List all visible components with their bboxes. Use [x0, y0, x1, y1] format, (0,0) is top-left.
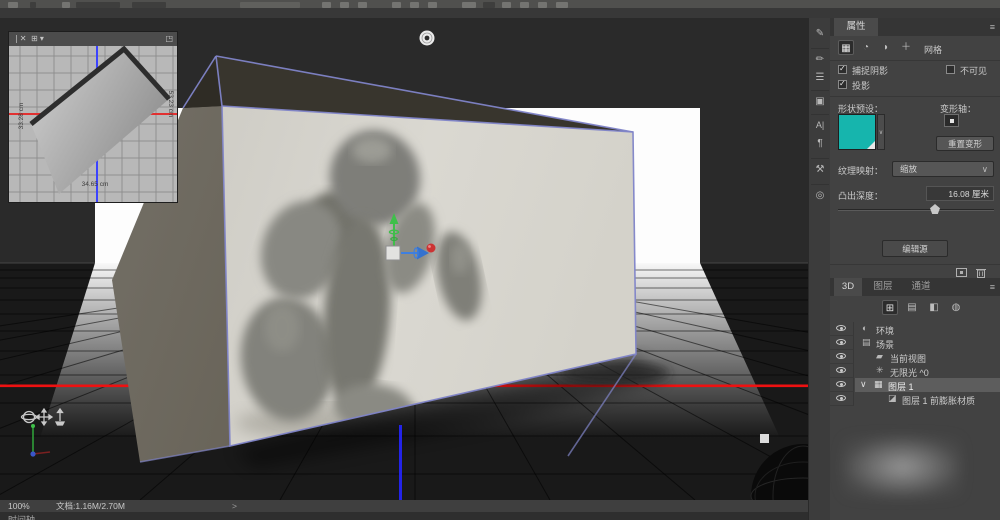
minimap-bottom-ruler: 34.65 cm — [82, 181, 109, 188]
extrusion-depth-label: 凸出深度： — [838, 189, 883, 202]
texture-mapping-dropdown[interactable]: 缩放 ∨ — [892, 161, 994, 177]
invisible-checkbox[interactable] — [946, 65, 955, 74]
expand-chevron-icon[interactable]: ∨ — [860, 379, 867, 390]
secondary-view-square[interactable] — [760, 434, 769, 443]
deform-axis-widget[interactable] — [944, 114, 959, 127]
snapshot-icon[interactable] — [956, 268, 967, 277]
environment-icon: ◐ — [862, 323, 867, 333]
minimap-scene: 33.28 cm 53.23 cm 34.65 cm — [9, 46, 177, 202]
filter-lights-icon[interactable]: ◍ — [948, 300, 964, 315]
visibility-eye-icon[interactable] — [830, 364, 854, 378]
cast-shadows-checkbox[interactable] — [838, 80, 847, 89]
cast-shadows-label: 投影 — [852, 79, 870, 92]
creative-cloud-icon[interactable]: ◎ — [809, 190, 831, 201]
texture-mapping-label: 纹理映射： — [838, 164, 883, 177]
tree-label: 当前视图 — [890, 352, 926, 365]
mesh-mode-icon[interactable]: ▦ — [838, 40, 854, 55]
clone-source-icon[interactable]: ☰ — [809, 72, 831, 83]
trash-icon[interactable] — [976, 267, 986, 278]
tab-3d[interactable]: 3D — [834, 278, 862, 296]
tab-bar-background — [0, 8, 1000, 18]
preset-scroll-strip[interactable]: ∨ — [877, 114, 885, 150]
chevron-down-icon: ∨ — [982, 162, 988, 177]
tree-label: 无限光 ^0 — [890, 366, 929, 379]
document-info: 文档:1.16M/2.70M — [56, 500, 125, 512]
minimap-corner-icon[interactable]: ◳ — [165, 32, 173, 46]
brush-presets-icon[interactable]: ✏ — [809, 54, 831, 65]
top-view-minimap[interactable]: ❘✕ ⊞ ▾ ◳ 33.28 cm 53.23 cm — [8, 31, 178, 203]
mode-label: 网格 — [924, 43, 942, 56]
camera-icon: ▰ — [876, 351, 883, 362]
coordinates-mode-icon[interactable]: ＋ — [898, 40, 914, 55]
tree-label: 环境 — [876, 324, 894, 337]
tree-row-layer1-mesh[interactable]: ∨ ▦ 图层 1 — [830, 378, 1000, 392]
tree-row-infinite-light[interactable]: ✳ 无限光 ^0 — [830, 364, 1000, 378]
properties-panel: 属性 ≡ ▦ ◔ ◗ ＋ 网格 捕捉阴影 不可见 投影 形状预设： 变形轴： ∨… — [830, 18, 1000, 278]
scene-icon: ▤ — [862, 337, 871, 348]
shape-preset-swatch[interactable] — [838, 114, 876, 150]
gizmo-rotate-handle[interactable] — [427, 244, 436, 253]
swatch-fold-corner — [867, 141, 875, 149]
texture-mapping-value: 缩放 — [900, 164, 917, 174]
minimap-view-mode-icon[interactable]: ⊞ ▾ — [31, 32, 44, 46]
filter-scene-icon[interactable]: ⊞ — [882, 300, 898, 315]
panel-menu-icon[interactable]: ≡ — [990, 22, 995, 32]
minimap-left-ruler: 33.28 cm — [18, 103, 25, 130]
panel-dock-strip: ✎ ✏ ☰ ▣ A| ¶ ⚒ ◎ — [808, 18, 830, 520]
extrusion-depth-slider-thumb[interactable] — [930, 204, 940, 214]
extrusion-depth-slider-track[interactable] — [838, 209, 994, 211]
visibility-eye-icon[interactable] — [830, 322, 854, 336]
light-icon: ✳ — [876, 365, 884, 376]
tab-channels[interactable]: 通道 — [904, 278, 938, 296]
filter-meshes-icon[interactable]: ▤ — [904, 300, 920, 315]
character-panel-icon[interactable]: A| — [809, 120, 831, 130]
paragraph-panel-icon[interactable]: ¶ — [809, 138, 831, 149]
tree-label: 场景 — [876, 338, 894, 351]
visibility-eye-icon[interactable] — [830, 392, 854, 406]
catch-shadows-label: 捕捉阴影 — [852, 64, 888, 77]
deform-mode-icon[interactable]: ◔ — [858, 40, 874, 55]
tab-layers[interactable]: 图层 — [866, 278, 900, 296]
mesh-icon: ▦ — [874, 379, 883, 390]
3d-panel: 3D 图层 通道 ≡ ⊞ ▤ ◧ ◍ ◐ 环境 ▤ 场景 ▰ 当前视图 ✳ 无限… — [830, 278, 1000, 520]
timeline-bar[interactable]: 时间轴 — [0, 512, 808, 520]
catch-shadows-checkbox[interactable] — [838, 65, 847, 74]
properties-tab-bar: 属性 ≡ — [830, 18, 1000, 36]
tree-label: 图层 1 — [888, 380, 914, 393]
visibility-eye-icon[interactable] — [830, 336, 854, 350]
panel-menu-icon[interactable]: ≡ — [990, 282, 995, 292]
tree-row-layer1-material[interactable]: ◪ 图层 1 前膨胀材质 — [830, 392, 1000, 406]
visibility-eye-icon[interactable] — [830, 378, 854, 392]
tree-row-current-view[interactable]: ▰ 当前视图 — [830, 350, 1000, 364]
minimap-header: ❘✕ ⊞ ▾ ◳ — [9, 32, 177, 46]
brush-settings-icon[interactable]: ✎ — [809, 28, 831, 39]
3d-panel-tab-bar: 3D 图层 通道 ≡ — [830, 278, 1000, 296]
status-bar: 100% 文档:1.16M/2.70M > — [0, 500, 808, 512]
material-icon: ◪ — [888, 393, 897, 404]
tab-properties[interactable]: 属性 — [834, 18, 878, 36]
tree-row-scene[interactable]: ▤ 场景 — [830, 336, 1000, 350]
reset-deform-button[interactable]: 重置变形 — [936, 136, 994, 151]
stamp-icon[interactable]: ▣ — [809, 96, 831, 107]
status-expand-arrow[interactable]: > — [232, 500, 237, 512]
cap-mode-icon[interactable]: ◗ — [878, 40, 894, 55]
extrusion-depth-field[interactable]: 16.08 厘米 — [926, 186, 994, 201]
camera-target-reticle[interactable] — [420, 31, 435, 46]
timeline-tab-label[interactable]: 时间轴 — [8, 513, 35, 520]
options-bar[interactable] — [0, 0, 1000, 8]
edit-source-button[interactable]: 编辑源 — [882, 240, 948, 257]
visibility-eye-icon[interactable] — [830, 350, 854, 364]
zoom-level[interactable]: 100% — [8, 500, 30, 512]
invisible-label: 不可见 — [960, 64, 987, 77]
minimap-close-icon[interactable]: ❘✕ — [13, 32, 26, 46]
tree-label: 图层 1 前膨胀材质 — [902, 394, 975, 407]
watermark-blur — [842, 436, 962, 498]
filter-materials-icon[interactable]: ◧ — [926, 300, 942, 315]
ground-z-axis-line — [399, 425, 402, 500]
gizmo-center-cube[interactable] — [386, 246, 400, 260]
tree-row-environment[interactable]: ◐ 环境 — [830, 322, 1000, 336]
photoshop-3d-workspace: 5.jpg @ 100% (图层 1, RGB/8#) * × — [0, 0, 1000, 520]
tools-icon[interactable]: ⚒ — [809, 164, 831, 175]
minimap-right-ruler: 53.23 cm — [167, 91, 174, 118]
